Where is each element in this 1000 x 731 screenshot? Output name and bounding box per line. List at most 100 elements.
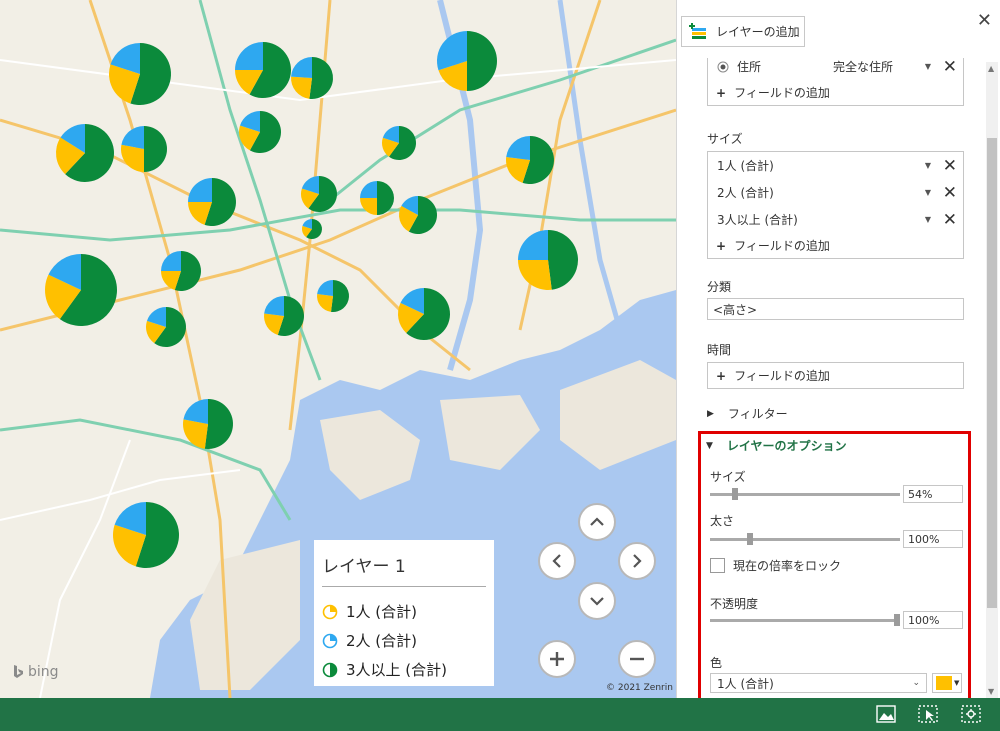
pie-marker[interactable] bbox=[301, 176, 337, 212]
pie-marker[interactable] bbox=[291, 57, 333, 99]
slider-track bbox=[710, 538, 900, 541]
thickness-slider[interactable] bbox=[710, 533, 900, 545]
pie-marker[interactable] bbox=[518, 230, 578, 290]
pie-marker[interactable] bbox=[108, 43, 172, 105]
category-section-label: 分類 bbox=[707, 280, 732, 294]
pie-marker[interactable] bbox=[239, 111, 281, 153]
scroll-down-icon[interactable]: ▼ bbox=[988, 687, 994, 696]
add-layer-icon bbox=[689, 22, 706, 39]
layer-options-expander[interactable]: ▼ レイヤーのオプション bbox=[706, 437, 847, 454]
opacity-value-input[interactable]: 100% bbox=[903, 611, 963, 629]
add-field-button[interactable]: + フィールドの追加 bbox=[708, 363, 963, 388]
radio-selected-icon[interactable] bbox=[717, 61, 729, 73]
remove-icon[interactable]: ✕ bbox=[943, 210, 957, 230]
zoom-out-button[interactable] bbox=[618, 640, 656, 678]
scroll-thumb[interactable] bbox=[987, 138, 997, 608]
remove-icon[interactable]: ✕ bbox=[943, 156, 957, 176]
pie-marker[interactable] bbox=[112, 502, 179, 568]
pie-marker[interactable] bbox=[235, 42, 291, 98]
color-series-select[interactable]: 1人 (合計) ⌄ bbox=[710, 673, 927, 693]
color-picker-button[interactable]: ▼ bbox=[932, 673, 962, 693]
caret-right-icon: ▶ bbox=[707, 408, 714, 419]
remove-icon[interactable]: ✕ bbox=[943, 183, 957, 203]
pie-marker[interactable] bbox=[436, 31, 497, 91]
location-type[interactable]: 完全な住所 bbox=[833, 58, 893, 75]
chevron-down-icon bbox=[590, 597, 604, 606]
legend-item-label: 2人 (合計) bbox=[346, 632, 418, 650]
pie-marker[interactable] bbox=[121, 126, 167, 172]
pie-marker[interactable] bbox=[183, 398, 234, 449]
layer-options-label: レイヤーのオプション bbox=[726, 439, 847, 453]
pan-down-button[interactable] bbox=[578, 582, 616, 620]
thickness-value-input[interactable]: 100% bbox=[903, 530, 963, 548]
opacity-slider[interactable] bbox=[710, 614, 900, 626]
size-value-input[interactable]: 54% bbox=[903, 485, 963, 503]
option-color-label: 色 bbox=[710, 656, 723, 670]
category-field[interactable]: <高さ> bbox=[707, 298, 964, 320]
pie-marker[interactable] bbox=[398, 288, 451, 340]
pan-right-button[interactable] bbox=[618, 542, 656, 580]
minus-icon bbox=[630, 657, 644, 661]
add-field-button[interactable]: + フィールドの追加 bbox=[708, 233, 963, 258]
zoom-in-button[interactable] bbox=[538, 640, 576, 678]
chevron-down-icon[interactable]: ▼ bbox=[925, 188, 931, 197]
scroll-up-icon[interactable]: ▲ bbox=[988, 64, 994, 73]
bing-text: bing bbox=[28, 664, 59, 680]
size-field-name: 2人 (合計) bbox=[717, 186, 774, 200]
size-slider[interactable] bbox=[710, 488, 900, 500]
pie-marker[interactable] bbox=[188, 178, 237, 226]
chevron-down-icon[interactable]: ▼ bbox=[925, 215, 931, 224]
slider-thumb[interactable] bbox=[894, 614, 900, 626]
pie-marker[interactable] bbox=[360, 181, 394, 215]
panel-scrollbar[interactable]: ▲ ▼ bbox=[986, 62, 998, 698]
lock-scale-option[interactable]: 現在の倍率をロック bbox=[710, 557, 841, 574]
add-layer-label: レイヤーの追加 bbox=[716, 25, 800, 39]
add-field-label: フィールドの追加 bbox=[734, 369, 830, 383]
pie-marker[interactable] bbox=[161, 251, 202, 291]
color-series-value: 1人 (合計) bbox=[717, 676, 774, 691]
time-section-label: 時間 bbox=[707, 343, 732, 357]
legend-item: 2人 (合計) bbox=[322, 626, 486, 655]
chevron-down-icon[interactable]: ▼ bbox=[925, 161, 931, 170]
location-field-row[interactable]: 住所 完全な住所 ▼ ✕ bbox=[708, 58, 963, 80]
pie-marker[interactable] bbox=[505, 136, 554, 185]
size-field-row[interactable]: 1人 (合計) ▼ ✕ bbox=[708, 152, 963, 179]
legend-title: レイヤー 1 bbox=[322, 552, 486, 587]
chevron-down-icon[interactable]: ▼ bbox=[925, 62, 931, 71]
location-field-name: 住所 bbox=[737, 60, 762, 74]
fit-view-icon[interactable] bbox=[961, 705, 981, 723]
pie-marker[interactable] bbox=[44, 254, 118, 326]
select-tool-icon[interactable] bbox=[918, 705, 938, 723]
pie-marker[interactable] bbox=[146, 307, 186, 347]
filter-expander[interactable]: ▶ フィルター bbox=[707, 405, 788, 422]
slider-track bbox=[710, 619, 900, 622]
add-layer-button[interactable]: レイヤーの追加 bbox=[681, 16, 805, 47]
remove-icon[interactable]: ✕ bbox=[943, 58, 957, 77]
pie-marker[interactable] bbox=[302, 219, 323, 240]
pie-marker[interactable] bbox=[264, 296, 304, 336]
pie-marker[interactable] bbox=[399, 196, 438, 234]
pie-marker[interactable] bbox=[56, 124, 114, 182]
close-icon[interactable]: ✕ bbox=[977, 10, 992, 31]
size-field-row[interactable]: 3人以上 (合計) ▼ ✕ bbox=[708, 206, 963, 233]
size-field-row[interactable]: 2人 (合計) ▼ ✕ bbox=[708, 179, 963, 206]
category-value: <高さ> bbox=[713, 302, 758, 317]
pan-left-button[interactable] bbox=[538, 542, 576, 580]
pie-marker[interactable] bbox=[382, 126, 416, 160]
slider-thumb[interactable] bbox=[746, 533, 753, 545]
legend-item: 1人 (合計) bbox=[322, 597, 486, 626]
pie-marker[interactable] bbox=[316, 280, 349, 313]
lock-scale-checkbox[interactable] bbox=[710, 558, 725, 573]
add-field-button[interactable]: + フィールドの追加 bbox=[708, 80, 963, 105]
status-bar bbox=[0, 698, 1000, 731]
pan-up-button[interactable] bbox=[578, 503, 616, 541]
chevron-left-icon bbox=[552, 554, 561, 568]
chevron-down-icon: ⌄ bbox=[912, 678, 920, 688]
bing-icon bbox=[14, 665, 23, 678]
location-fields: 住所 完全な住所 ▼ ✕ + フィールドの追加 bbox=[707, 58, 964, 106]
map-view[interactable]: レイヤー 1 1人 (合計) 2人 (合計) 3人以上 (合計) bing © … bbox=[0, 0, 676, 698]
pie-slice-icon bbox=[322, 633, 338, 648]
slider-thumb[interactable] bbox=[732, 488, 739, 500]
map-label-icon[interactable] bbox=[876, 705, 896, 723]
map-legend[interactable]: レイヤー 1 1人 (合計) 2人 (合計) 3人以上 (合計) bbox=[314, 540, 494, 686]
